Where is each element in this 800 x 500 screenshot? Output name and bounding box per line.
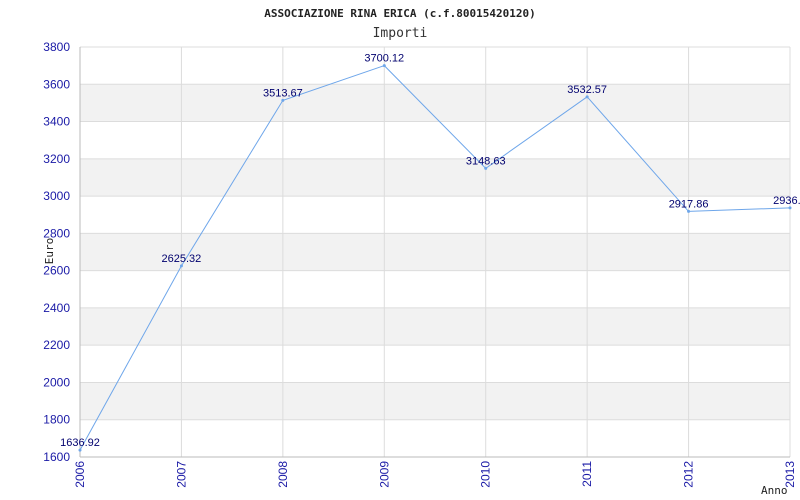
y-tick-label: 3200 <box>43 152 70 166</box>
y-tick-label: 1800 <box>43 413 70 427</box>
data-label: 1636.92 <box>60 437 100 449</box>
data-label: 3532.57 <box>567 84 607 96</box>
data-label: 3700.12 <box>364 53 404 65</box>
data-label: 3148.63 <box>466 155 506 167</box>
y-axis-label: Euro <box>43 238 56 265</box>
y-tick-label: 2600 <box>43 264 70 278</box>
chart-subtitle: Importi <box>373 26 428 41</box>
x-tick-labels: 2006 2007 2008 2009 2010 2011 2012 2013 <box>73 461 797 488</box>
y-tick-label: 3000 <box>43 189 70 203</box>
background-band <box>80 84 790 122</box>
chart-title: ASSOCIAZIONE RINA ERICA (c.f.80015420120… <box>264 7 536 20</box>
x-tick-label: 2009 <box>377 461 391 488</box>
x-tick-label: 2011 <box>580 461 594 487</box>
y-tick-label: 2000 <box>43 375 70 389</box>
y-tick-label: 3800 <box>43 40 70 54</box>
y-tick-label: 2200 <box>43 338 70 352</box>
data-label: 2917.86 <box>669 198 709 210</box>
y-tick-label: 2400 <box>43 301 70 315</box>
data-label: 3513.67 <box>263 87 303 99</box>
background-band <box>80 158 790 197</box>
y-tick-label: 1600 <box>43 450 70 464</box>
y-tick-label: 3600 <box>43 77 70 91</box>
x-tick-label: 2007 <box>174 461 188 488</box>
line-chart: 1600180020002200240026002800300032003400… <box>43 7 800 497</box>
x-tick-label: 2010 <box>479 461 493 488</box>
data-label: 2936.9 <box>773 195 800 207</box>
x-axis-label: Anno <box>761 484 788 497</box>
y-tick-label: 3400 <box>43 115 70 129</box>
background-band <box>80 382 790 420</box>
background-band <box>80 307 790 346</box>
x-tick-label: 2006 <box>73 461 87 488</box>
x-tick-label: 2008 <box>276 461 290 488</box>
x-tick-label: 2012 <box>682 461 696 488</box>
data-label: 2625.32 <box>162 253 202 265</box>
